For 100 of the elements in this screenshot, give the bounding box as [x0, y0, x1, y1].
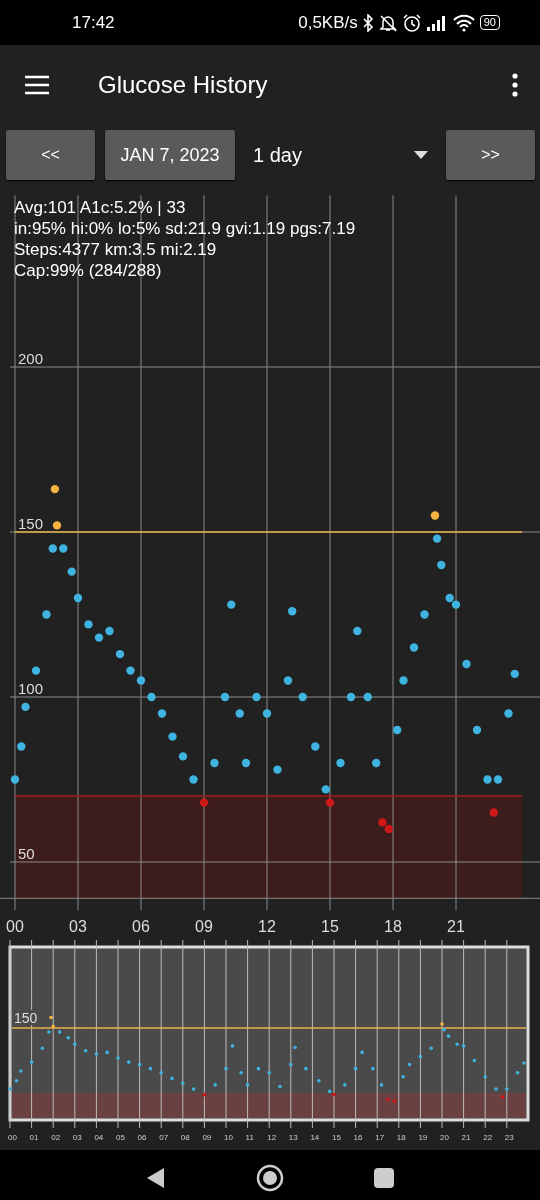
overview-point	[8, 1087, 12, 1091]
back-icon[interactable]	[146, 1166, 166, 1189]
overview-point	[494, 1087, 498, 1091]
data-point	[210, 758, 219, 768]
data-point	[157, 709, 167, 718]
hour-label: 03	[72, 1133, 82, 1142]
x-axis-label: 15	[321, 918, 339, 936]
overview-point	[293, 1045, 297, 1050]
overview-point	[159, 1070, 163, 1075]
hour-label: 22	[483, 1133, 493, 1142]
menu-icon[interactable]	[24, 75, 50, 95]
overview-point	[94, 1052, 99, 1056]
next-button[interactable]: >>	[446, 130, 535, 180]
overview-point	[392, 1099, 397, 1103]
data-point	[42, 610, 51, 619]
overview-point	[245, 1083, 250, 1087]
data-point	[105, 626, 114, 636]
data-point	[126, 666, 135, 675]
hour-label: 05	[116, 1133, 125, 1142]
data-point	[336, 758, 345, 768]
signal-icon	[425, 14, 448, 31]
hour-label: 02	[51, 1133, 61, 1142]
x-axis-label: 12	[258, 918, 276, 936]
overview-point	[483, 1074, 487, 1079]
date-button[interactable]: JAN 7, 2023	[105, 130, 235, 180]
previous-button[interactable]: <<	[6, 130, 95, 180]
wifi-icon	[451, 13, 476, 32]
overview-point	[522, 1061, 526, 1065]
data-point	[115, 649, 125, 659]
data-point	[227, 600, 236, 609]
data-point	[283, 676, 293, 685]
data-point	[353, 626, 362, 636]
data-point	[363, 692, 372, 702]
data-point	[451, 600, 461, 609]
x-axis-label: 03	[69, 918, 87, 936]
data-point	[73, 593, 83, 603]
clock: 17:42	[72, 12, 115, 33]
data-point	[288, 607, 297, 616]
data-point	[430, 511, 440, 520]
overview-point	[267, 1070, 271, 1075]
bell-off-icon	[377, 12, 398, 33]
data-point	[409, 643, 419, 652]
overview-point	[19, 1069, 23, 1073]
overview-point	[429, 1046, 433, 1051]
data-point	[59, 544, 68, 553]
data-point	[67, 567, 76, 576]
overview-point	[57, 1030, 62, 1034]
data-point	[10, 775, 20, 784]
data-point	[220, 692, 230, 702]
hour-label: 11	[245, 1133, 254, 1142]
stats-line: Avg:101 A1c:5.2% | 33	[14, 197, 187, 218]
data-point	[510, 669, 519, 679]
overview-point	[500, 1095, 505, 1099]
data-point	[399, 676, 408, 685]
overview-point	[256, 1066, 261, 1071]
data-point	[378, 818, 387, 827]
data-point	[325, 798, 335, 807]
overview-point	[278, 1084, 282, 1089]
overview-point	[239, 1070, 243, 1075]
data-point	[462, 659, 471, 669]
hour-label: 09	[202, 1133, 212, 1142]
overview-point	[455, 1042, 459, 1047]
hour-label: 21	[461, 1133, 471, 1142]
data-point	[178, 752, 188, 761]
overview-point	[515, 1070, 520, 1075]
data-point	[437, 560, 446, 570]
overview-point	[407, 1062, 412, 1067]
home-icon[interactable]	[256, 1163, 284, 1192]
range-dropdown[interactable]: 1 day	[245, 130, 436, 180]
overview-point	[73, 1042, 77, 1047]
alarm-icon	[401, 12, 422, 33]
overview-point	[472, 1058, 477, 1063]
app-title: Glucose History	[98, 71, 268, 99]
data-point	[273, 765, 282, 774]
dropdown-caret-icon	[414, 151, 428, 159]
overview-point	[137, 1062, 142, 1067]
data-point	[17, 742, 26, 751]
hour-label: 07	[159, 1133, 169, 1142]
data-point	[136, 676, 146, 685]
overview-point	[379, 1083, 384, 1087]
hour-label: 00	[8, 1133, 17, 1142]
data-point	[393, 725, 402, 735]
data-point	[48, 544, 57, 553]
data-point	[168, 732, 177, 741]
hour-label: 20	[440, 1133, 449, 1142]
battery-indicator: 90	[479, 15, 500, 30]
hour-label: 08	[180, 1133, 190, 1142]
data-point	[432, 534, 442, 543]
overview-point	[418, 1054, 423, 1059]
overview-level-label: 150	[14, 1010, 38, 1026]
data-point	[483, 775, 492, 784]
data-point	[147, 692, 156, 702]
bluetooth-icon	[361, 13, 374, 32]
overview-point	[170, 1076, 174, 1081]
hour-label: 12	[267, 1133, 277, 1142]
more-options-icon[interactable]	[512, 73, 518, 97]
data-point	[241, 758, 251, 768]
recents-icon[interactable]	[374, 1167, 394, 1188]
overview-point	[116, 1056, 120, 1060]
data-point	[472, 725, 482, 735]
